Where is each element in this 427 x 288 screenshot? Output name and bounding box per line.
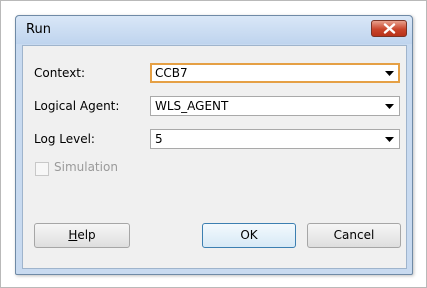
cancel-button[interactable]: Cancel (307, 223, 401, 248)
ok-label: OK (240, 228, 258, 242)
logical-agent-dropdown[interactable]: WLS_AGENT (150, 96, 400, 116)
simulation-label: Simulation (54, 160, 118, 174)
context-label: Context: (34, 66, 86, 80)
run-dialog: Run Context: CCB7 Logical Agent: WLS_AGE… (15, 15, 413, 275)
close-x-icon (383, 23, 396, 34)
chevron-down-icon (385, 137, 394, 142)
help-label-rest: elp (77, 228, 96, 242)
dialog-title: Run (26, 22, 51, 37)
title-bar[interactable]: Run (16, 16, 412, 44)
logical-agent-value: WLS_AGENT (155, 99, 229, 113)
log-level-label: Log Level: (34, 132, 95, 146)
help-button[interactable]: Help (34, 223, 130, 248)
dialog-body: Context: CCB7 Logical Agent: WLS_AGENT L… (22, 45, 407, 269)
chevron-down-icon (385, 71, 394, 76)
logical-agent-label: Logical Agent: (34, 99, 120, 113)
cancel-label: Cancel (333, 228, 375, 242)
help-mnemonic: H (68, 228, 78, 242)
log-level-value: 5 (155, 132, 163, 146)
context-value: CCB7 (155, 66, 188, 80)
simulation-checkbox[interactable] (35, 162, 49, 176)
log-level-dropdown[interactable]: 5 (150, 129, 400, 149)
close-button[interactable] (371, 20, 407, 37)
context-dropdown[interactable]: CCB7 (150, 63, 400, 83)
chevron-down-icon (385, 104, 394, 109)
ok-button[interactable]: OK (202, 223, 296, 248)
